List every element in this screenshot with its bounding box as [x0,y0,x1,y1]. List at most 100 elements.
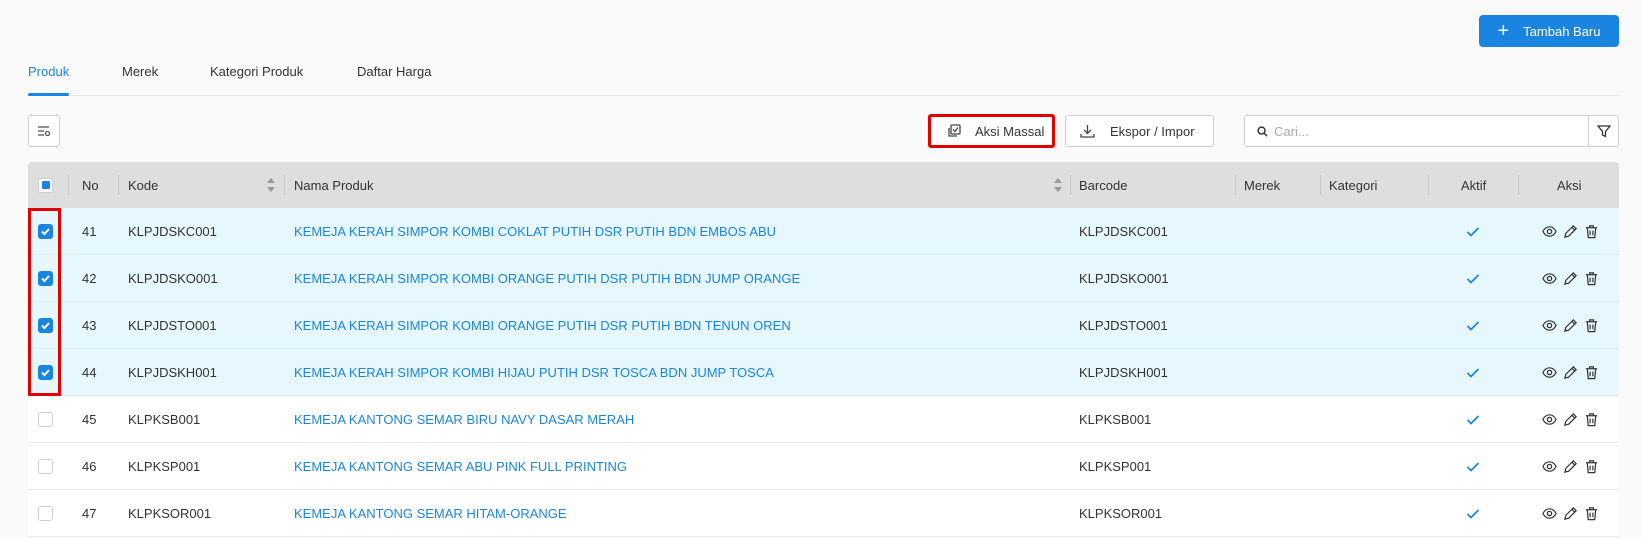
tab-produk[interactable]: Produk [28,64,70,96]
cell-barcode: KLPJDSKH001 [1079,365,1168,380]
cell-nama-produk[interactable]: KEMEJA KERAH SIMPOR KOMBI ORANGE PUTIH D… [294,255,800,302]
cell-aksi [1542,208,1599,255]
bulk-action-label: Aksi Massal [975,123,1045,139]
cell-nama-produk[interactable]: KEMEJA KERAH SIMPOR KOMBI COKLAT PUTIH D… [294,208,776,255]
cell-nama-produk[interactable]: KEMEJA KERAH SIMPOR KOMBI ORANGE PUTIH D… [294,302,791,349]
pencil-icon[interactable] [1563,271,1578,286]
trash-icon[interactable] [1584,224,1599,239]
sort-icon[interactable] [266,177,276,193]
cell-kode: KLPKSB001 [128,412,201,427]
check-icon [1466,414,1480,425]
tab-merek[interactable]: Merek [122,64,158,96]
pencil-icon[interactable] [1563,365,1578,380]
trash-icon[interactable] [1584,506,1599,521]
cell-no: 44 [82,365,97,380]
eye-icon[interactable] [1542,506,1557,521]
cell-no: 42 [82,271,97,286]
eye-icon[interactable] [1542,412,1557,427]
tab-kategori-produk[interactable]: Kategori Produk [210,64,303,96]
row-select-cell [38,208,53,255]
cell-nama-produk[interactable]: KEMEJA KANTONG SEMAR BIRU NAVY DASAR MER… [294,396,634,443]
cell-aksi [1542,396,1599,443]
add-new-button[interactable]: + Tambah Baru [1479,15,1619,47]
check-icon [1466,508,1480,519]
check-icon [1466,461,1480,472]
pencil-icon[interactable] [1563,318,1578,333]
table-row[interactable]: 43 KLPJDSTO001 KEMEJA KERAH SIMPOR KOMBI… [28,302,1619,349]
cell-barcode: KLPJDSTO001 [1079,318,1168,333]
row-select-cell [38,349,53,396]
cell-barcode: KLPJDSKC001 [1079,224,1168,239]
header-no: No [82,177,99,193]
cell-aksi [1542,443,1599,490]
eye-icon[interactable] [1542,459,1557,474]
trash-icon[interactable] [1584,412,1599,427]
table-row[interactable]: 41 KLPJDSKC001 KEMEJA KERAH SIMPOR KOMBI… [28,208,1619,255]
table-row[interactable]: 47 KLPKSOR001 KEMEJA KANTONG SEMAR HITAM… [28,490,1619,537]
trash-icon[interactable] [1584,318,1599,333]
cell-aktif [1466,349,1480,396]
sort-icon[interactable] [1053,177,1063,193]
pencil-icon[interactable] [1563,506,1578,521]
add-new-label: Tambah Baru [1523,23,1601,39]
table-body: 41 KLPJDSKC001 KEMEJA KERAH SIMPOR KOMBI… [28,208,1619,537]
cell-barcode: KLPKSOR001 [1079,506,1163,521]
cell-aktif [1466,490,1480,537]
eye-icon[interactable] [1542,271,1557,286]
filter-icon [1596,125,1611,138]
cell-kode: KLPJDSKH001 [128,365,217,380]
column-settings-icon [38,126,51,137]
table-row[interactable]: 45 KLPKSB001 KEMEJA KANTONG SEMAR BIRU N… [28,396,1619,443]
cell-kode: KLPKSP001 [128,459,201,474]
download-icon [1080,124,1095,138]
header-barcode: Barcode [1079,177,1128,193]
check-icon [41,275,50,283]
pencil-icon[interactable] [1563,412,1578,427]
row-checkbox[interactable] [38,506,53,521]
export-import-button[interactable]: Ekspor / Impor [1065,115,1214,147]
search-icon [1257,125,1268,137]
cell-nama-produk[interactable]: KEMEJA KANTONG SEMAR HITAM-ORANGE [294,490,567,537]
export-import-label: Ekspor / Impor [1110,123,1195,139]
row-checkbox[interactable] [38,459,53,474]
cell-barcode: KLPJDSKO001 [1079,271,1169,286]
row-checkbox[interactable] [38,412,53,427]
eye-icon[interactable] [1542,318,1557,333]
check-icon [1466,367,1480,378]
cell-nama-produk[interactable]: KEMEJA KANTONG SEMAR ABU PINK FULL PRINT… [294,443,627,490]
check-icon [41,322,50,330]
cell-nama-produk[interactable]: KEMEJA KERAH SIMPOR KOMBI HIJAU PUTIH DS… [294,349,774,396]
trash-icon[interactable] [1584,459,1599,474]
table-row[interactable]: 42 KLPJDSKO001 KEMEJA KERAH SIMPOR KOMBI… [28,255,1619,302]
row-checkbox[interactable] [38,271,53,286]
header-aksi: Aksi [1557,177,1582,193]
tab-daftar-harga[interactable]: Daftar Harga [357,64,431,96]
search-box [1244,115,1589,147]
header-nama-produk[interactable]: Nama Produk [294,162,373,208]
row-checkbox[interactable] [38,365,53,380]
check-icon [41,228,50,236]
filter-button[interactable] [1588,115,1619,147]
table-row[interactable]: 44 KLPJDSKH001 KEMEJA KERAH SIMPOR KOMBI… [28,349,1619,396]
select-all-checkbox[interactable] [38,177,53,193]
column-settings-button[interactable] [28,115,60,147]
row-checkbox[interactable] [38,224,53,239]
cell-barcode: KLPKSP001 [1079,459,1152,474]
row-select-cell [38,443,53,490]
pencil-icon[interactable] [1563,224,1578,239]
trash-icon[interactable] [1584,365,1599,380]
check-icon [1466,273,1480,284]
trash-icon[interactable] [1584,271,1599,286]
eye-icon[interactable] [1542,365,1557,380]
check-icon [1466,320,1480,331]
pencil-icon[interactable] [1563,459,1578,474]
search-input[interactable] [1274,123,1554,139]
bulk-action-button[interactable]: Aksi Massal [928,114,1055,148]
cell-no: 43 [82,318,97,333]
table-row[interactable]: 46 KLPKSP001 KEMEJA KANTONG SEMAR ABU PI… [28,443,1619,490]
row-select-cell [38,255,53,302]
eye-icon[interactable] [1542,224,1557,239]
header-kode[interactable]: Kode [128,162,158,208]
header-merek: Merek [1244,177,1281,193]
row-checkbox[interactable] [38,318,53,333]
